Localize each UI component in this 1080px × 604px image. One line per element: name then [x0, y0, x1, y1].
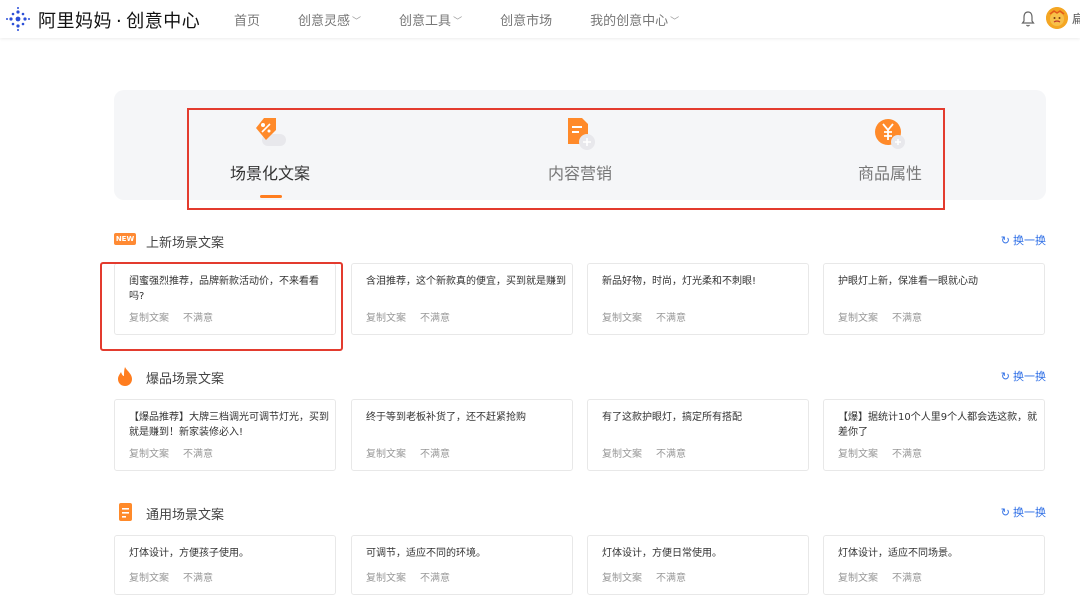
dislike-button[interactable]: 不满意	[892, 313, 922, 324]
copy-card[interactable]: 可调节，适应不同的环境。 复制文案 不满意	[351, 535, 573, 595]
section-hot-header: 爆品场景文案 ↻ 换一换	[114, 364, 1046, 388]
copy-card[interactable]: 含泪推荐，这个新款真的便宜，买到就是赚到 复制文案 不满意	[351, 263, 573, 335]
refresh-label: 换一换	[1013, 506, 1046, 519]
brand-separator: ·	[116, 11, 123, 32]
tabs-highlight-frame	[187, 108, 945, 210]
copy-button[interactable]: 复制文案	[602, 449, 642, 460]
flame-icon	[118, 367, 132, 386]
card-text: 灯体设计，方便孩子使用。	[129, 548, 249, 559]
nav-item-inspiration[interactable]: 创意灵感 ﹀	[298, 10, 361, 29]
dislike-button[interactable]: 不满意	[420, 313, 450, 324]
card-actions: 复制文案 不满意	[602, 445, 700, 460]
dislike-button[interactable]: 不满意	[183, 573, 213, 584]
section-title: 上新场景文案	[146, 236, 225, 251]
dislike-button[interactable]: 不满意	[656, 313, 686, 324]
copy-card[interactable]: 【爆品推荐】大牌三档调光可调节灯光，买到就是赚到！新家装修必入! 复制文案 不满意	[114, 399, 336, 471]
dislike-button[interactable]: 不满意	[656, 573, 686, 584]
new-badge-icon: NEW	[114, 230, 136, 250]
document-icon	[119, 503, 132, 521]
username-text: 扁	[1072, 12, 1080, 26]
section-new-header: NEW 上新场景文案 ↻ 换一换	[114, 228, 1046, 252]
avatar[interactable]	[1046, 7, 1068, 29]
dislike-button[interactable]: 不满意	[183, 449, 213, 460]
refresh-label: 换一换	[1013, 370, 1046, 383]
refresh-button[interactable]: ↻ 换一换	[1001, 504, 1046, 520]
copy-card[interactable]: 护眼灯上新，保准看一眼就心动 复制文案 不满意	[823, 263, 1045, 335]
card-actions: 复制文案 不满意	[129, 445, 227, 460]
dislike-button[interactable]: 不满意	[656, 449, 686, 460]
dislike-button[interactable]: 不满意	[420, 449, 450, 460]
card-actions: 复制文案 不满意	[129, 569, 227, 584]
chevron-down-icon: ﹀	[453, 17, 463, 27]
card-text: 灯体设计，方便日常使用。	[602, 548, 722, 559]
card-actions: 复制文案 不满意	[366, 569, 464, 584]
refresh-button[interactable]: ↻ 换一换	[1001, 368, 1046, 384]
card-text: 含泪推荐，这个新款真的便宜，买到就是赚到	[366, 276, 566, 287]
copy-card[interactable]: 终于等到老板补货了，还不赶紧抢购 复制文案 不满意	[351, 399, 573, 471]
top-header: 阿里妈妈 · 创意中心 首页 创意灵感 ﹀ 创意工具 ﹀ 创意市场 我的创意中心 ﹀ 扁	[0, 0, 1080, 38]
section-title: 通用场景文案	[146, 508, 225, 523]
alimama-logo-icon[interactable]	[4, 6, 32, 32]
copy-button[interactable]: 复制文案	[602, 313, 642, 324]
brand-main: 阿里妈妈	[38, 11, 112, 32]
card-actions: 复制文案 不满意	[838, 445, 936, 460]
copy-button[interactable]: 复制文案	[838, 449, 878, 460]
bell-icon[interactable]	[1020, 10, 1036, 28]
copy-button[interactable]: 复制文案	[129, 573, 169, 584]
copy-card[interactable]: 灯体设计，适应不同场景。 复制文案 不满意	[823, 535, 1045, 595]
copy-card[interactable]: 【爆】据统计10个人里9个人都会选这款，就差你了 复制文案 不满意	[823, 399, 1045, 471]
refresh-icon: ↻	[1000, 370, 1010, 383]
nav-label: 创意灵感	[298, 14, 351, 29]
card-text: 灯体设计，适应不同场景。	[838, 548, 958, 559]
nav-item-tools[interactable]: 创意工具 ﹀	[399, 10, 462, 29]
chevron-down-icon: ﹀	[670, 17, 680, 27]
refresh-label: 换一换	[1013, 234, 1046, 247]
card-text: 护眼灯上新，保准看一眼就心动	[838, 276, 978, 287]
main-nav: 首页 创意灵感 ﹀ 创意工具 ﹀ 创意市场 我的创意中心 ﹀	[234, 10, 717, 29]
refresh-button[interactable]: ↻ 换一换	[1001, 232, 1046, 248]
copy-button[interactable]: 复制文案	[366, 573, 406, 584]
copy-button[interactable]: 复制文案	[129, 449, 169, 460]
brand-sub: 创意中心	[126, 11, 201, 32]
nav-label: 创意工具	[399, 14, 452, 29]
refresh-icon: ↻	[1000, 234, 1010, 247]
section-general-header: 通用场景文案 ↻ 换一换	[114, 500, 1046, 524]
card-text: 可调节，适应不同的环境。	[366, 548, 486, 559]
card-text: 新品好物，时尚，灯光柔和不刺眼!	[602, 276, 757, 287]
dislike-button[interactable]: 不满意	[420, 573, 450, 584]
dislike-button[interactable]: 不满意	[892, 573, 922, 584]
nav-label: 创意市场	[500, 14, 553, 29]
card-actions: 复制文案 不满意	[838, 309, 936, 324]
refresh-icon: ↻	[1000, 506, 1010, 519]
copy-button[interactable]: 复制文案	[838, 573, 878, 584]
nav-label: 首页	[234, 14, 261, 29]
card-text: 【爆品推荐】大牌三档调光可调节灯光，买到就是赚到！新家装修必入!	[129, 412, 329, 438]
copy-card[interactable]: 新品好物，时尚，灯光柔和不刺眼! 复制文案 不满意	[587, 263, 809, 335]
card-text: 有了这款护眼灯，搞定所有搭配	[602, 412, 742, 423]
card-text: 终于等到老板补货了，还不赶紧抢购	[366, 412, 526, 423]
brand-title[interactable]: 阿里妈妈 · 创意中心	[38, 7, 200, 33]
nav-item-my-center[interactable]: 我的创意中心 ﹀	[590, 10, 679, 29]
copy-card[interactable]: 有了这款护眼灯，搞定所有搭配 复制文案 不满意	[587, 399, 809, 471]
card-actions: 复制文案 不满意	[602, 309, 700, 324]
copy-button[interactable]: 复制文案	[366, 313, 406, 324]
nav-item-home[interactable]: 首页	[234, 10, 260, 29]
card-actions: 复制文案 不满意	[602, 569, 700, 584]
card-actions: 复制文案 不满意	[366, 309, 464, 324]
nav-item-market[interactable]: 创意市场	[500, 10, 552, 29]
nav-label: 我的创意中心	[590, 14, 669, 29]
copy-card[interactable]: 灯体设计，方便日常使用。 复制文案 不满意	[587, 535, 809, 595]
copy-button[interactable]: 复制文案	[366, 449, 406, 460]
copy-button[interactable]: 复制文案	[838, 313, 878, 324]
new-badge: NEW	[114, 233, 136, 245]
section-title: 爆品场景文案	[146, 372, 225, 387]
copy-card[interactable]: 灯体设计，方便孩子使用。 复制文案 不满意	[114, 535, 336, 595]
card-text: 【爆】据统计10个人里9个人都会选这款，就差你了	[838, 412, 1038, 438]
dislike-button[interactable]: 不满意	[892, 449, 922, 460]
card-actions: 复制文案 不满意	[366, 445, 464, 460]
chevron-down-icon: ﹀	[352, 17, 362, 27]
copy-button[interactable]: 复制文案	[602, 573, 642, 584]
card-actions: 复制文案 不满意	[838, 569, 936, 584]
card-highlight-frame	[100, 262, 343, 351]
